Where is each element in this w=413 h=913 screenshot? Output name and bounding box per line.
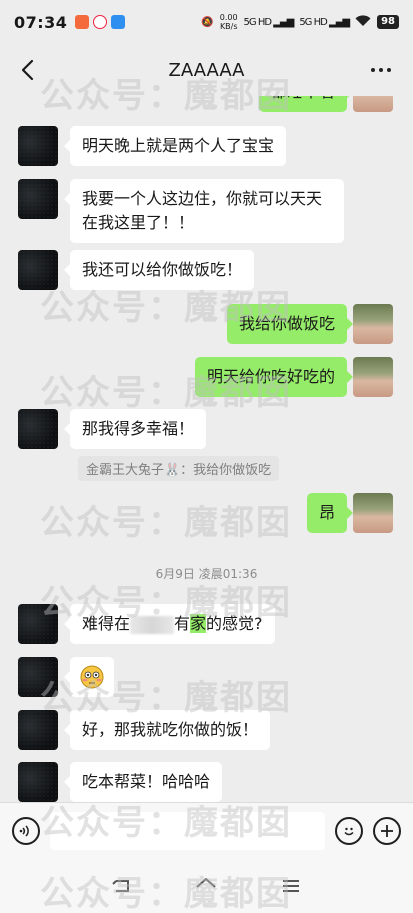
message-bubble-received[interactable]: 明天晚上就是两个人了宝宝 [63, 126, 287, 166]
blurred-text [130, 615, 175, 634]
message-row: 好，那我就吃你做的饭！ [0, 710, 413, 754]
network-label: 5G HD [299, 16, 327, 28]
my-avatar[interactable] [353, 304, 393, 344]
message-row: 我要一个人这边住，你就可以天天 在我这里了！！ [0, 179, 413, 249]
message-row: 难得在 有家的感觉? [0, 604, 413, 648]
message-line: 我要一个人这边住，你就可以天天 [82, 189, 323, 208]
status-time: 07:34 [14, 12, 68, 32]
wifi-icon [355, 14, 371, 30]
message-list[interactable]: 都睡不着 明天晚上就是两个人了宝宝 我要一个人这边住，你就可以天天 在我这里了！… [0, 96, 413, 802]
input-bar [0, 802, 413, 858]
message-timestamp: 6月9日 凌晨01:36 [155, 567, 258, 581]
message-text: 的感觉? [206, 614, 263, 633]
chat-screen: 07:34 🔕 0.00 KB/s 5G HD ▂▄▆ 5G HD ▂▄▆ 98… [0, 0, 413, 913]
mute-icon: 🔕 [201, 16, 214, 28]
status-bar: 07:34 🔕 0.00 KB/s 5G HD ▂▄▆ 5G HD ▂▄▆ 98 [0, 0, 413, 44]
more-dots-icon[interactable] [371, 68, 391, 72]
quoted-message[interactable]: 金霸王大兔子🐰：我给你做饭吃 [78, 456, 280, 481]
my-avatar[interactable] [353, 96, 393, 112]
message-row: 都睡不着 [0, 96, 413, 122]
message-row: 明天晚上就是两个人了宝宝 [0, 126, 413, 170]
contact-avatar[interactable] [18, 409, 58, 449]
message-bubble-received[interactable]: 我还可以给你做饭吃！ [63, 250, 255, 290]
message-line: 在我这里了！！ [82, 213, 195, 232]
message-row: 我给你做饭吃 [0, 304, 413, 348]
chat-header: ZAAAAA [0, 44, 413, 96]
message-bubble-received[interactable]: 我要一个人这边住，你就可以天天 在我这里了！！ [64, 179, 344, 243]
contact-avatar[interactable] [18, 657, 58, 697]
input-actions [335, 816, 401, 845]
chat-title: ZAAAAA [168, 59, 245, 81]
plus-icon[interactable] [373, 816, 401, 845]
message-bubble-sent[interactable]: 我给你做饭吃 [226, 304, 354, 344]
nav-home-icon[interactable] [194, 874, 218, 898]
back-arrow-icon[interactable] [18, 58, 38, 82]
message-row: 那我得多幸福！ [0, 409, 413, 453]
message-bubble-received[interactable] [64, 657, 114, 697]
system-nav-bar [0, 858, 413, 913]
search-highlight: 家 [190, 614, 207, 633]
contact-avatar[interactable] [18, 126, 58, 166]
message-row: 吃本帮菜！哈哈哈 [0, 762, 413, 802]
message-bubble-sent[interactable]: 明天给你吃好吃的 [194, 357, 354, 397]
message-row: 昂 [0, 493, 413, 537]
cell-signal-icon: 5G HD ▂▄▆ [299, 16, 350, 28]
app-notification-icon [75, 15, 90, 29]
status-indicators: 🔕 0.00 KB/s 5G HD ▂▄▆ 5G HD ▂▄▆ 98 [201, 13, 399, 31]
message-input[interactable] [50, 811, 325, 850]
net-speed-value: 0.00 [219, 13, 238, 22]
emoji-icon[interactable] [335, 816, 363, 845]
message-text: 有 [174, 614, 191, 633]
my-avatar[interactable] [353, 493, 393, 533]
cell-signal-icon: 5G HD ▂▄▆ [243, 16, 295, 28]
message-bubble-received[interactable]: 难得在 有家的感觉? [64, 604, 275, 644]
contact-avatar[interactable] [18, 179, 58, 219]
nav-back-icon[interactable] [110, 874, 134, 898]
app-notification-icon [111, 15, 126, 29]
battery-indicator: 98 [377, 15, 399, 29]
flushed-face-icon [80, 665, 104, 689]
nav-menu-icon[interactable] [279, 874, 303, 898]
contact-avatar[interactable] [18, 710, 58, 750]
message-text: 难得在 [82, 614, 131, 633]
app-notification-icon [93, 15, 108, 29]
network-label: 5G HD [243, 16, 272, 28]
net-speed: 0.00 KB/s [220, 13, 238, 31]
message-row: 我还可以给你做饭吃！ [0, 250, 413, 294]
contact-avatar[interactable] [18, 250, 58, 290]
notification-icons [75, 15, 126, 29]
contact-avatar[interactable] [18, 604, 58, 644]
message-bubble-received[interactable]: 好，那我就吃你做的饭！ [63, 710, 271, 750]
message-bubble-sent[interactable]: 都睡不着 [258, 96, 354, 112]
message-bubble-sent[interactable]: 昂 [306, 493, 354, 533]
voice-icon[interactable] [12, 816, 40, 845]
contact-avatar[interactable] [18, 762, 58, 802]
my-avatar[interactable] [353, 357, 393, 397]
net-speed-unit: KB/s [219, 22, 238, 31]
message-bubble-received[interactable]: 那我得多幸福！ [63, 409, 207, 449]
message-row: 明天给你吃好吃的 [0, 357, 413, 401]
message-bubble-received[interactable]: 吃本帮菜！哈哈哈 [63, 762, 223, 802]
message-row [0, 657, 413, 701]
